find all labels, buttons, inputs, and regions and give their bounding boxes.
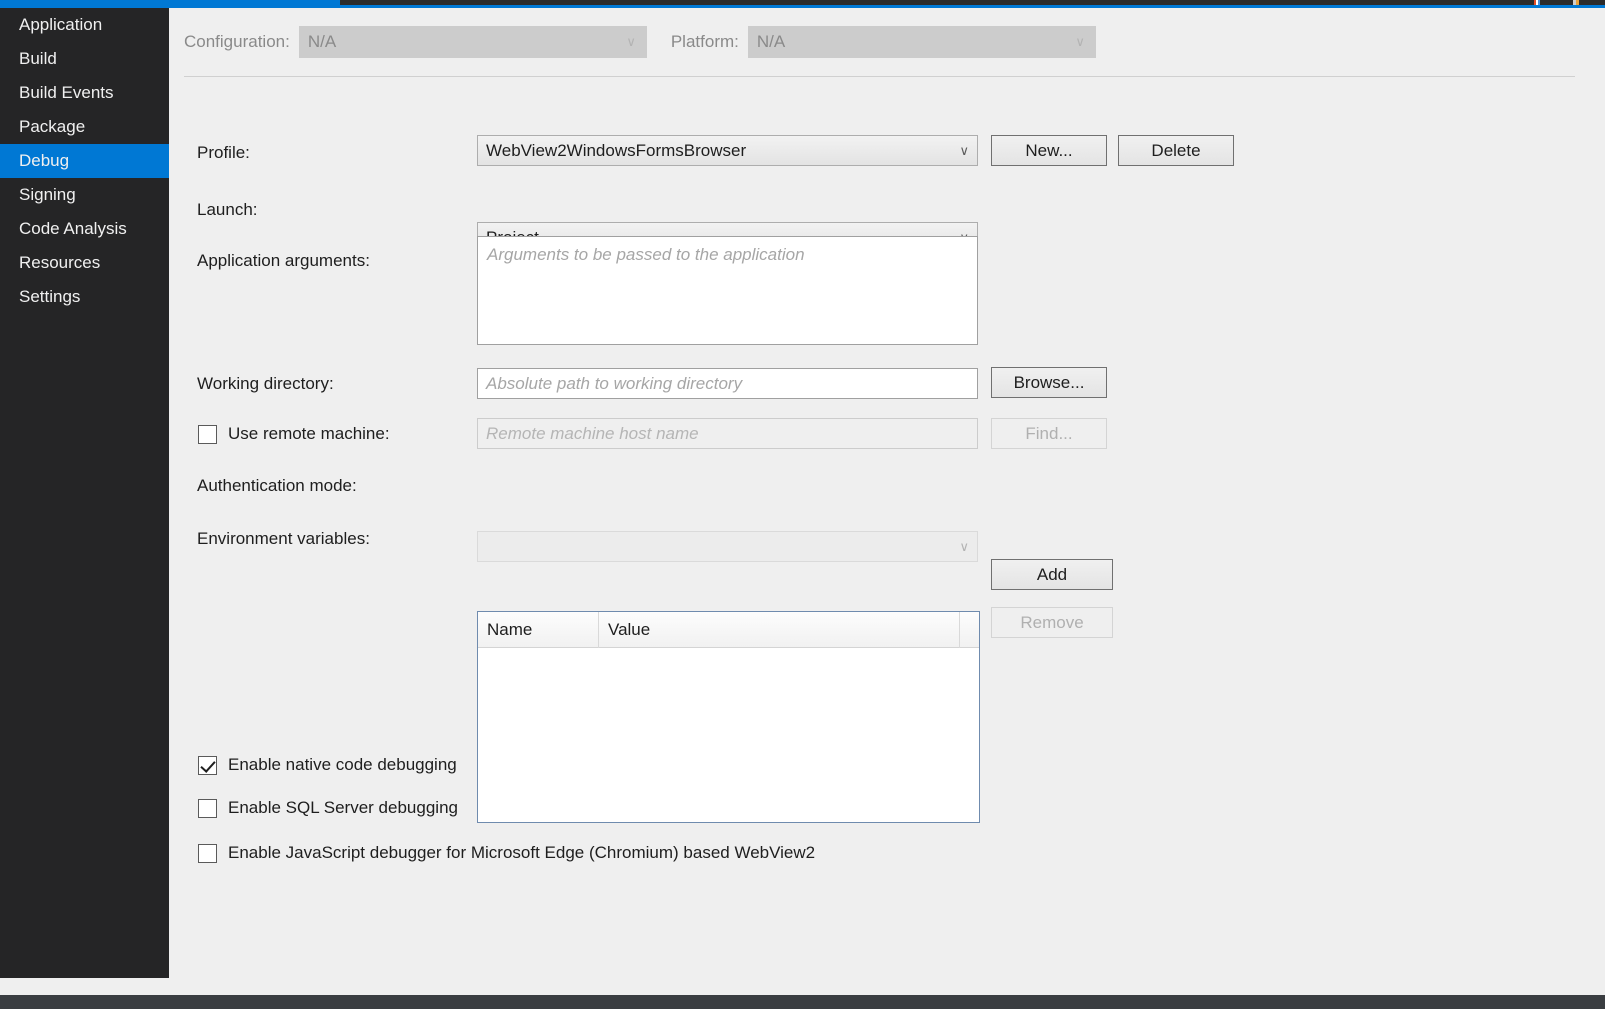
sidebar-item-label: Settings (19, 287, 80, 306)
sidebar-item-build[interactable]: Build (0, 42, 169, 76)
chevron-down-icon: ∨ (959, 143, 969, 156)
enable-native-code-debugging-label: Enable native code debugging (228, 755, 457, 775)
sidebar-item-build-events[interactable]: Build Events (0, 76, 169, 110)
properties-sidebar: Application Build Build Events Package D… (0, 8, 169, 978)
sidebar-item-application[interactable]: Application (0, 8, 169, 42)
sidebar-item-label: Build Events (19, 83, 114, 102)
column-header-name[interactable]: Name (478, 612, 599, 648)
new-profile-button[interactable]: New... (991, 135, 1107, 166)
application-arguments-label: Application arguments: (197, 251, 370, 271)
sidebar-item-label: Build (19, 49, 57, 68)
use-remote-machine-checkbox[interactable] (198, 425, 217, 444)
html5-icon[interactable] (1534, 0, 1540, 5)
sidebar-item-debug[interactable]: Debug (0, 144, 169, 178)
environment-variables-header-row: Name Value (478, 612, 979, 648)
sidebar-item-label: Application (19, 15, 102, 34)
browse-button[interactable]: Browse... (991, 367, 1107, 398)
profile-label: Profile: (197, 143, 250, 163)
sidebar-item-signing[interactable]: Signing (0, 178, 169, 212)
profile-select[interactable]: WebView2WindowsFormsBrowser ∨ (477, 135, 978, 166)
sidebar-item-label: Code Analysis (19, 219, 127, 238)
use-remote-machine-label: Use remote machine: (228, 424, 390, 444)
application-arguments-input[interactable]: Arguments to be passed to the applicatio… (477, 236, 978, 345)
window-restore-icon[interactable] (1573, 0, 1579, 5)
environment-variables-grid[interactable]: Name Value (477, 611, 980, 823)
enable-javascript-debugger-label: Enable JavaScript debugger for Microsoft… (228, 843, 815, 863)
working-directory-label: Working directory: (197, 374, 334, 394)
sidebar-item-label: Resources (19, 253, 100, 272)
status-bar (0, 995, 1605, 1009)
authentication-mode-label: Authentication mode: (197, 476, 357, 496)
find-button[interactable]: Find... (991, 418, 1107, 449)
profile-value: WebView2WindowsFormsBrowser (486, 141, 746, 161)
debug-settings-pane: Configuration: N/A ∨ Platform: N/A ∨ Pro… (169, 8, 1605, 978)
enable-javascript-debugger-checkbox[interactable] (198, 844, 217, 863)
environment-variables-body[interactable] (478, 648, 979, 816)
enable-sql-server-debugging-label: Enable SQL Server debugging (228, 798, 458, 818)
column-header-filler (960, 612, 978, 648)
debug-form: Profile: WebView2WindowsFormsBrowser ∨ N… (169, 8, 1605, 313)
remove-environment-variable-button[interactable]: Remove (991, 607, 1113, 638)
sidebar-item-label: Signing (19, 185, 76, 204)
authentication-mode-select[interactable]: ∨ (477, 531, 978, 562)
enable-sql-server-debugging-checkbox[interactable] (198, 799, 217, 818)
sidebar-item-label: Package (19, 117, 85, 136)
sidebar-item-resources[interactable]: Resources (0, 246, 169, 280)
add-environment-variable-button[interactable]: Add (991, 559, 1113, 590)
delete-profile-button[interactable]: Delete (1118, 135, 1234, 166)
launch-label: Launch: (197, 200, 258, 220)
sidebar-item-settings[interactable]: Settings (0, 280, 169, 314)
enable-native-code-debugging-checkbox[interactable] (198, 756, 217, 775)
environment-variables-label: Environment variables: (197, 529, 370, 549)
enable-native-code-debugging-row[interactable]: Enable native code debugging (198, 755, 457, 775)
remote-machine-host-input[interactable]: Remote machine host name (477, 418, 978, 449)
project-properties-window: Application Build Build Events Package D… (0, 0, 1605, 1009)
working-directory-input[interactable]: Absolute path to working directory (477, 368, 978, 399)
sidebar-item-code-analysis[interactable]: Code Analysis (0, 212, 169, 246)
enable-sql-server-debugging-row[interactable]: Enable SQL Server debugging (198, 798, 458, 818)
use-remote-machine-checkbox-row[interactable]: Use remote machine: (198, 424, 390, 444)
column-header-value[interactable]: Value (599, 612, 960, 648)
sidebar-item-package[interactable]: Package (0, 110, 169, 144)
chevron-down-icon: ∨ (959, 539, 969, 552)
sidebar-item-label: Debug (19, 151, 69, 170)
enable-javascript-debugger-row[interactable]: Enable JavaScript debugger for Microsoft… (198, 843, 815, 863)
